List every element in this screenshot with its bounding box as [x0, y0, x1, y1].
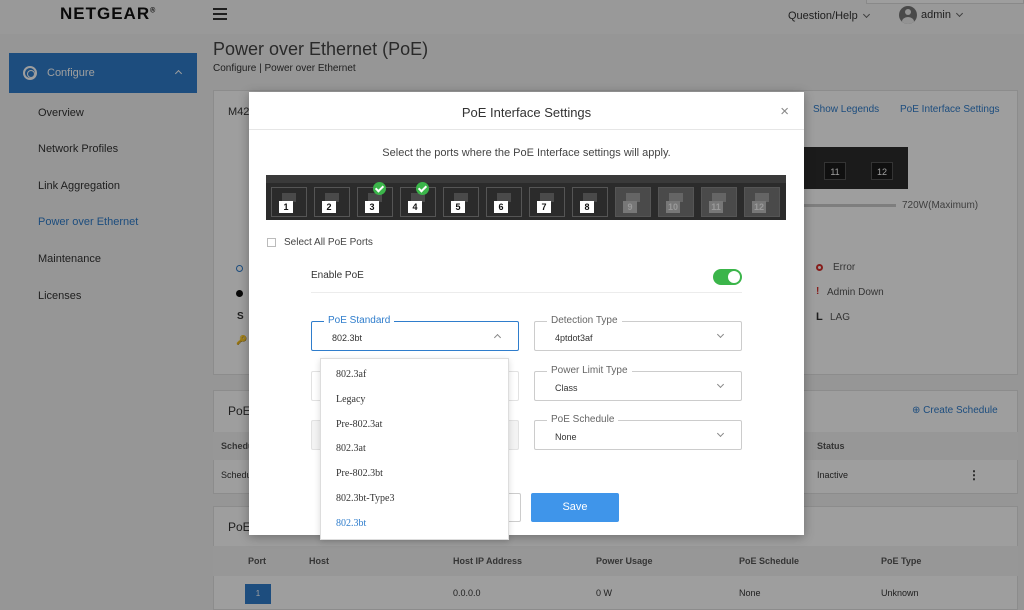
- poe-schedule-select[interactable]: PoE Schedule None: [534, 414, 742, 450]
- port-3[interactable]: 3: [357, 182, 393, 217]
- poe-standard-select[interactable]: PoE Standard 802.3bt: [311, 315, 519, 351]
- poe-standard-dropdown: 802.3af Legacy Pre-802.3at 802.3at Pre-802.3…: [320, 358, 509, 540]
- port-number: 7: [537, 201, 551, 213]
- dropdown-option[interactable]: 802.3af: [321, 366, 508, 391]
- port-9[interactable]: 9: [615, 187, 651, 217]
- port-number: 8: [580, 201, 594, 213]
- dialog-divider: [249, 129, 804, 130]
- port-12[interactable]: 12: [744, 187, 780, 217]
- port-1[interactable]: 1: [271, 187, 307, 217]
- poe-standard-label: PoE Standard: [324, 315, 395, 326]
- port-number: 1: [279, 201, 293, 213]
- port-6[interactable]: 6: [486, 187, 522, 217]
- chevron-down-icon: [716, 429, 725, 438]
- poe-schedule-value: None: [555, 432, 577, 442]
- port-2[interactable]: 2: [314, 187, 350, 217]
- port-number: 11: [709, 201, 723, 213]
- checkbox-icon: [267, 238, 276, 247]
- power-limit-type-value: Class: [555, 383, 578, 393]
- enable-poe-label: Enable PoE: [311, 270, 364, 281]
- switch-panel-top: [266, 175, 786, 183]
- row-divider: [311, 292, 742, 293]
- poe-standard-value: 802.3bt: [332, 333, 363, 343]
- port-10[interactable]: 10: [658, 187, 694, 217]
- check-icon: [416, 182, 429, 195]
- power-limit-type-select[interactable]: Power Limit Type Class: [534, 365, 742, 401]
- chevron-down-icon: [716, 330, 725, 339]
- check-icon: [373, 182, 386, 195]
- port-number: 6: [494, 201, 508, 213]
- dropdown-option[interactable]: 802.3bt: [321, 515, 508, 540]
- detection-type-value: 4ptdot3af: [555, 333, 593, 343]
- port-number: 12: [752, 201, 766, 213]
- port-5[interactable]: 5: [443, 187, 479, 217]
- dropdown-option[interactable]: 802.3at: [321, 440, 508, 465]
- select-all-checkbox[interactable]: Select All PoE Ports: [267, 237, 373, 248]
- chevron-down-icon: [716, 380, 725, 389]
- port-number: 9: [623, 201, 637, 213]
- detection-type-select[interactable]: Detection Type 4ptdot3af: [534, 315, 742, 351]
- port-number: 10: [666, 201, 680, 213]
- port-8[interactable]: 8: [572, 187, 608, 217]
- select-all-label: Select All PoE Ports: [284, 237, 373, 248]
- port-11[interactable]: 11: [701, 187, 737, 217]
- dropdown-option[interactable]: Pre-802.3at: [321, 416, 508, 441]
- power-limit-type-label: Power Limit Type: [547, 365, 632, 376]
- switch-port-panel: 1 2 3 4 5 6 7 8 9 10 11 12: [266, 175, 786, 220]
- port-7[interactable]: 7: [529, 187, 565, 217]
- port-number: 4: [408, 201, 422, 213]
- port-4[interactable]: 4: [400, 182, 436, 217]
- poe-schedule-label: PoE Schedule: [547, 414, 619, 425]
- detection-type-label: Detection Type: [547, 315, 622, 326]
- port-number: 5: [451, 201, 465, 213]
- chevron-up-icon: [493, 333, 502, 342]
- dialog-title: PoE Interface Settings: [461, 105, 592, 120]
- dialog-subtitle: Select the ports where the PoE Interface…: [382, 147, 671, 159]
- enable-poe-toggle[interactable]: [713, 269, 742, 285]
- save-button[interactable]: Save: [531, 493, 619, 522]
- close-icon[interactable]: ×: [780, 104, 789, 119]
- port-number: 3: [365, 201, 379, 213]
- dropdown-option[interactable]: Legacy: [321, 391, 508, 416]
- dropdown-option[interactable]: 802.3bt-Type3: [321, 490, 508, 515]
- dropdown-option[interactable]: Pre-802.3bt: [321, 465, 508, 490]
- port-number: 2: [322, 201, 336, 213]
